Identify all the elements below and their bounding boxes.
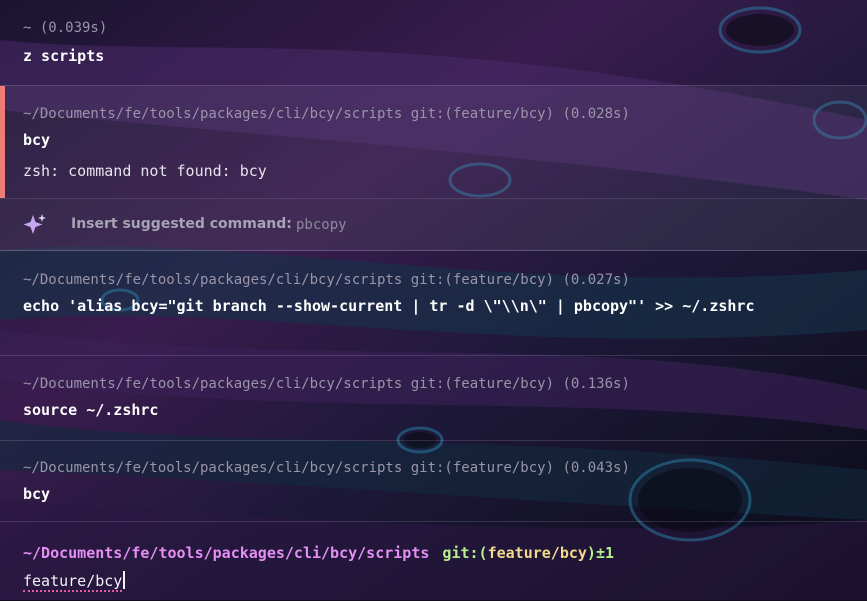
prompt-git-branch: feature/bcy	[487, 544, 587, 562]
command-block-5[interactable]: ~/Documents/fe/tools/packages/cli/bcy/sc…	[0, 440, 867, 521]
command-block-3[interactable]: ~/Documents/fe/tools/packages/cli/bcy/sc…	[0, 250, 867, 355]
prompt-dirty-indicator: ±1	[595, 544, 615, 562]
command-input[interactable]: feature/bcy	[23, 571, 126, 592]
block-command: bcy	[23, 485, 51, 503]
block-output: zsh: command not found: bcy	[23, 162, 267, 180]
suggested-command-bar[interactable]: Insert suggested command: pbcopy	[0, 198, 867, 251]
block-prompt-meta: ~ (0.039s)	[23, 20, 108, 36]
block-command: echo 'alias bcy="git branch --show-curre…	[23, 297, 755, 315]
suggestion-label: Insert suggested command:	[71, 216, 292, 232]
prompt-git-suffix: )	[586, 544, 596, 562]
text-cursor	[123, 571, 126, 589]
block-command: z scripts	[23, 47, 105, 65]
command-block-1[interactable]: ~ (0.039s) z scripts	[0, 0, 867, 84]
shell-prompt: ~/Documents/fe/tools/packages/cli/bcy/sc…	[23, 544, 614, 562]
command-block-4[interactable]: ~/Documents/fe/tools/packages/cli/bcy/sc…	[0, 355, 867, 440]
prompt-git-prefix: git:(	[442, 544, 488, 562]
block-prompt-meta: ~/Documents/fe/tools/packages/cli/bcy/sc…	[23, 376, 630, 392]
block-prompt-meta: ~/Documents/fe/tools/packages/cli/bcy/sc…	[23, 106, 630, 122]
sparkles-icon	[23, 214, 46, 234]
block-command: source ~/.zshrc	[23, 401, 159, 419]
block-command: bcy	[23, 131, 51, 149]
block-prompt-meta: ~/Documents/fe/tools/packages/cli/bcy/sc…	[23, 272, 630, 288]
command-block-2-error[interactable]: ~/Documents/fe/tools/packages/cli/bcy/sc…	[0, 85, 867, 198]
suggested-command[interactable]: pbcopy	[296, 217, 347, 233]
prompt-path: ~/Documents/fe/tools/packages/cli/bcy/sc…	[23, 544, 430, 562]
command-input-text[interactable]: feature/bcy	[23, 572, 123, 592]
block-prompt-meta: ~/Documents/fe/tools/packages/cli/bcy/sc…	[23, 460, 630, 476]
